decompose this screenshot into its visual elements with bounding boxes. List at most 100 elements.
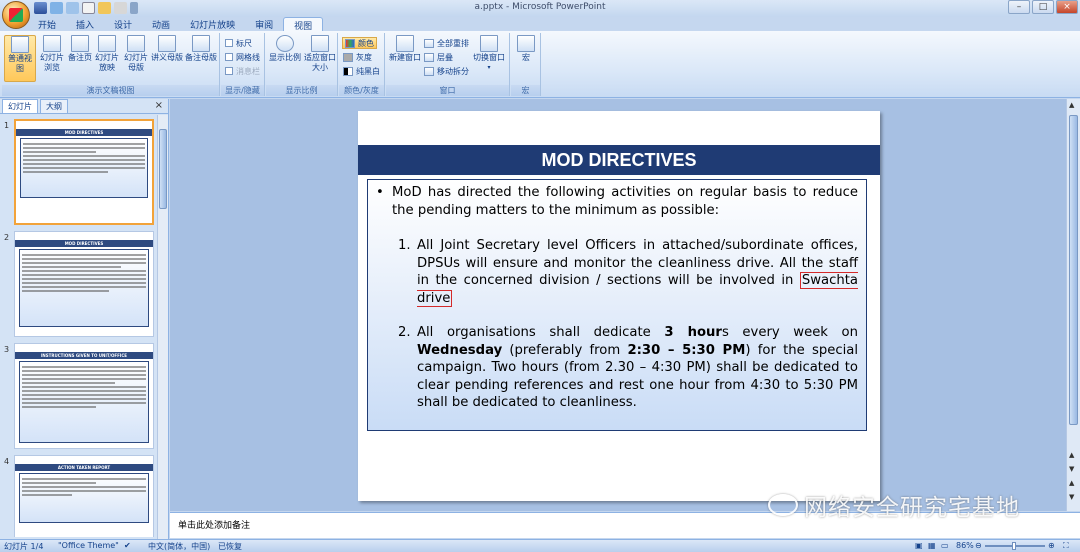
slide-sorter-icon[interactable]: ▦ bbox=[928, 541, 936, 550]
zoom-in-icon[interactable]: ⊕ bbox=[1048, 541, 1055, 550]
normal-view-button[interactable]: 普通视图 bbox=[4, 35, 36, 82]
tab-home[interactable]: 开始 bbox=[28, 17, 66, 32]
zoom-slider-knob[interactable] bbox=[1012, 542, 1016, 550]
ruler-checkbox[interactable] bbox=[225, 39, 233, 47]
thumbnail-body bbox=[19, 473, 149, 523]
fit-to-window-button[interactable]: 适应窗口大小 bbox=[304, 35, 336, 73]
tab-slides[interactable]: 幻灯片 bbox=[2, 99, 38, 113]
slide-canvas[interactable]: MOD DIRECTIVES • MoD has directed the fo… bbox=[358, 111, 880, 501]
item-2-bold-part: 2:30 – 5:30 PM bbox=[627, 342, 746, 358]
group-label-window: 窗口 bbox=[386, 85, 509, 96]
scrollbar-thumb[interactable] bbox=[159, 129, 167, 209]
switch-window-label: 切换窗口 bbox=[473, 53, 505, 62]
message-bar-toggle[interactable]: 消息栏 bbox=[225, 65, 260, 77]
zoom-out-icon[interactable]: ⊖ bbox=[975, 541, 982, 550]
language-indicator[interactable]: 中文(简体，中国) bbox=[148, 541, 210, 552]
slide-thumbnail-2[interactable]: MOD DIRECTIVES bbox=[14, 231, 154, 337]
tab-review[interactable]: 审阅 bbox=[245, 17, 283, 32]
notes-page-icon bbox=[71, 35, 89, 52]
slideshow-button[interactable]: 幻灯片放映 bbox=[94, 35, 120, 73]
watermark-text: 网络安全研究宅基地 bbox=[804, 495, 1020, 521]
new-window-button[interactable]: 新建窗口 bbox=[388, 35, 422, 63]
arrange-all-button[interactable]: 全部重排 bbox=[424, 37, 469, 49]
switch-window-button[interactable]: 切换窗口 ▾ bbox=[472, 35, 506, 73]
gridlines-toggle[interactable]: 网格线 bbox=[225, 51, 260, 63]
group-label-zoom: 显示比例 bbox=[266, 85, 337, 96]
black-white-icon bbox=[343, 66, 353, 76]
move-split-button[interactable]: 移动拆分 bbox=[424, 65, 469, 77]
next-slide-icon[interactable]: ▼ bbox=[1069, 493, 1074, 501]
wechat-icon bbox=[768, 494, 798, 516]
slide-thumbnail-1[interactable]: MOD DIRECTIVES bbox=[14, 119, 154, 225]
maximize-button[interactable]: □ bbox=[1032, 0, 1054, 14]
group-zoom: 显示比例 适应窗口大小 显示比例 bbox=[266, 33, 338, 96]
move-split-label: 移动拆分 bbox=[437, 66, 469, 76]
color-option[interactable]: 颜色 bbox=[342, 37, 377, 49]
handout-master-button[interactable]: 讲义母版 bbox=[150, 35, 184, 63]
close-icon[interactable]: × bbox=[155, 100, 163, 111]
cascade-button[interactable]: 层叠 bbox=[424, 51, 453, 63]
list-number: 2. bbox=[398, 325, 411, 340]
normal-view-icon[interactable]: ▣ bbox=[915, 541, 923, 550]
group-label-show-hide: 显示/隐藏 bbox=[221, 85, 264, 96]
grayscale-option[interactable]: 灰度 bbox=[343, 51, 372, 63]
macro-icon bbox=[517, 35, 535, 52]
slides-pane-tabs: 幻灯片 大纲 × bbox=[0, 99, 168, 114]
group-presentation-views: 普通视图 幻灯片浏览 备注页 幻灯片放映 幻灯片母版 讲义母版 备注母版 演示文… bbox=[2, 33, 220, 96]
slide-master-button[interactable]: 幻灯片母版 bbox=[122, 35, 150, 73]
message-bar-checkbox[interactable] bbox=[225, 67, 233, 75]
scroll-up-icon[interactable]: ▲ bbox=[1069, 101, 1074, 109]
grayscale-label: 灰度 bbox=[356, 52, 372, 62]
spellcheck-icon[interactable]: ✔ bbox=[124, 541, 131, 550]
ruler-toggle[interactable]: 标尺 bbox=[225, 37, 252, 49]
switch-window-icon bbox=[480, 35, 498, 52]
slide-content-box[interactable]: • MoD has directed the following activit… bbox=[367, 179, 867, 431]
notes-page-label: 备注页 bbox=[68, 53, 92, 62]
tab-view[interactable]: 视图 bbox=[283, 17, 324, 32]
scroll-down-icon[interactable]: ▼ bbox=[1069, 465, 1074, 473]
slide-title[interactable]: MOD DIRECTIVES bbox=[358, 145, 880, 175]
thumbnail-scrollbar[interactable] bbox=[157, 115, 168, 539]
slideshow-icon bbox=[98, 35, 116, 52]
zoom-level[interactable]: 86% bbox=[956, 541, 974, 550]
scrollbar-thumb[interactable] bbox=[1069, 115, 1078, 425]
thumbnail-body bbox=[19, 249, 149, 327]
magnifier-icon bbox=[276, 35, 294, 52]
macro-label: 宏 bbox=[522, 53, 530, 62]
group-show-hide: 标尺 网格线 消息栏 显示/隐藏 bbox=[221, 33, 265, 96]
tab-slideshow[interactable]: 幻灯片放映 bbox=[180, 17, 245, 32]
slideshow-icon[interactable]: ▭ bbox=[941, 541, 949, 550]
list-item: 1. All Joint Secretary level Officers in… bbox=[398, 237, 858, 307]
title-bar: a.pptx - Microsoft PowerPoint – □ × bbox=[0, 0, 1080, 29]
office-button[interactable] bbox=[2, 1, 30, 29]
gridlines-checkbox[interactable] bbox=[225, 53, 233, 61]
slide-thumbnail-3[interactable]: INSTRUCTIONS GIVEN TO UNIT/OFFICE bbox=[14, 343, 154, 449]
macro-button[interactable]: 宏 bbox=[515, 35, 537, 63]
close-button[interactable]: × bbox=[1056, 0, 1078, 14]
tab-outline[interactable]: 大纲 bbox=[40, 99, 68, 113]
black-white-option[interactable]: 纯黑白 bbox=[343, 65, 380, 77]
minimize-button[interactable]: – bbox=[1008, 0, 1030, 14]
notes-page-button[interactable]: 备注页 bbox=[66, 35, 94, 63]
group-label-color: 颜色/灰度 bbox=[339, 85, 384, 96]
list-text: All organisations shall dedicate 3 hours… bbox=[417, 324, 858, 412]
slide-thumbnail-4[interactable]: ACTION TAKEN REPORT bbox=[14, 455, 154, 537]
notes-master-icon bbox=[192, 35, 210, 52]
fit-slide-icon[interactable]: ⛶ bbox=[1063, 541, 1069, 551]
slide-sorter-button[interactable]: 幻灯片浏览 bbox=[39, 35, 65, 73]
thumbnail-number: 1 bbox=[4, 121, 10, 130]
tab-animations[interactable]: 动画 bbox=[142, 17, 180, 32]
notes-master-button[interactable]: 备注母版 bbox=[184, 35, 218, 63]
slide-scrollbar[interactable]: ▲ ▲ ▼ ▲ ▼ bbox=[1066, 99, 1080, 511]
theme-name: "Office Theme" bbox=[58, 541, 119, 550]
new-window-icon bbox=[396, 35, 414, 52]
recovered-status: 已恢复 bbox=[218, 542, 242, 551]
tab-design[interactable]: 设计 bbox=[104, 17, 142, 32]
cascade-label: 层叠 bbox=[437, 52, 453, 62]
normal-view-label: 普通视图 bbox=[8, 54, 32, 73]
previous-slide-icon[interactable]: ▲ bbox=[1069, 479, 1074, 487]
scroll-up-icon[interactable]: ▲ bbox=[1069, 451, 1074, 459]
zoom-button[interactable]: 显示比例 bbox=[268, 35, 302, 63]
group-label-macro: 宏 bbox=[511, 85, 540, 96]
tab-insert[interactable]: 插入 bbox=[66, 17, 104, 32]
